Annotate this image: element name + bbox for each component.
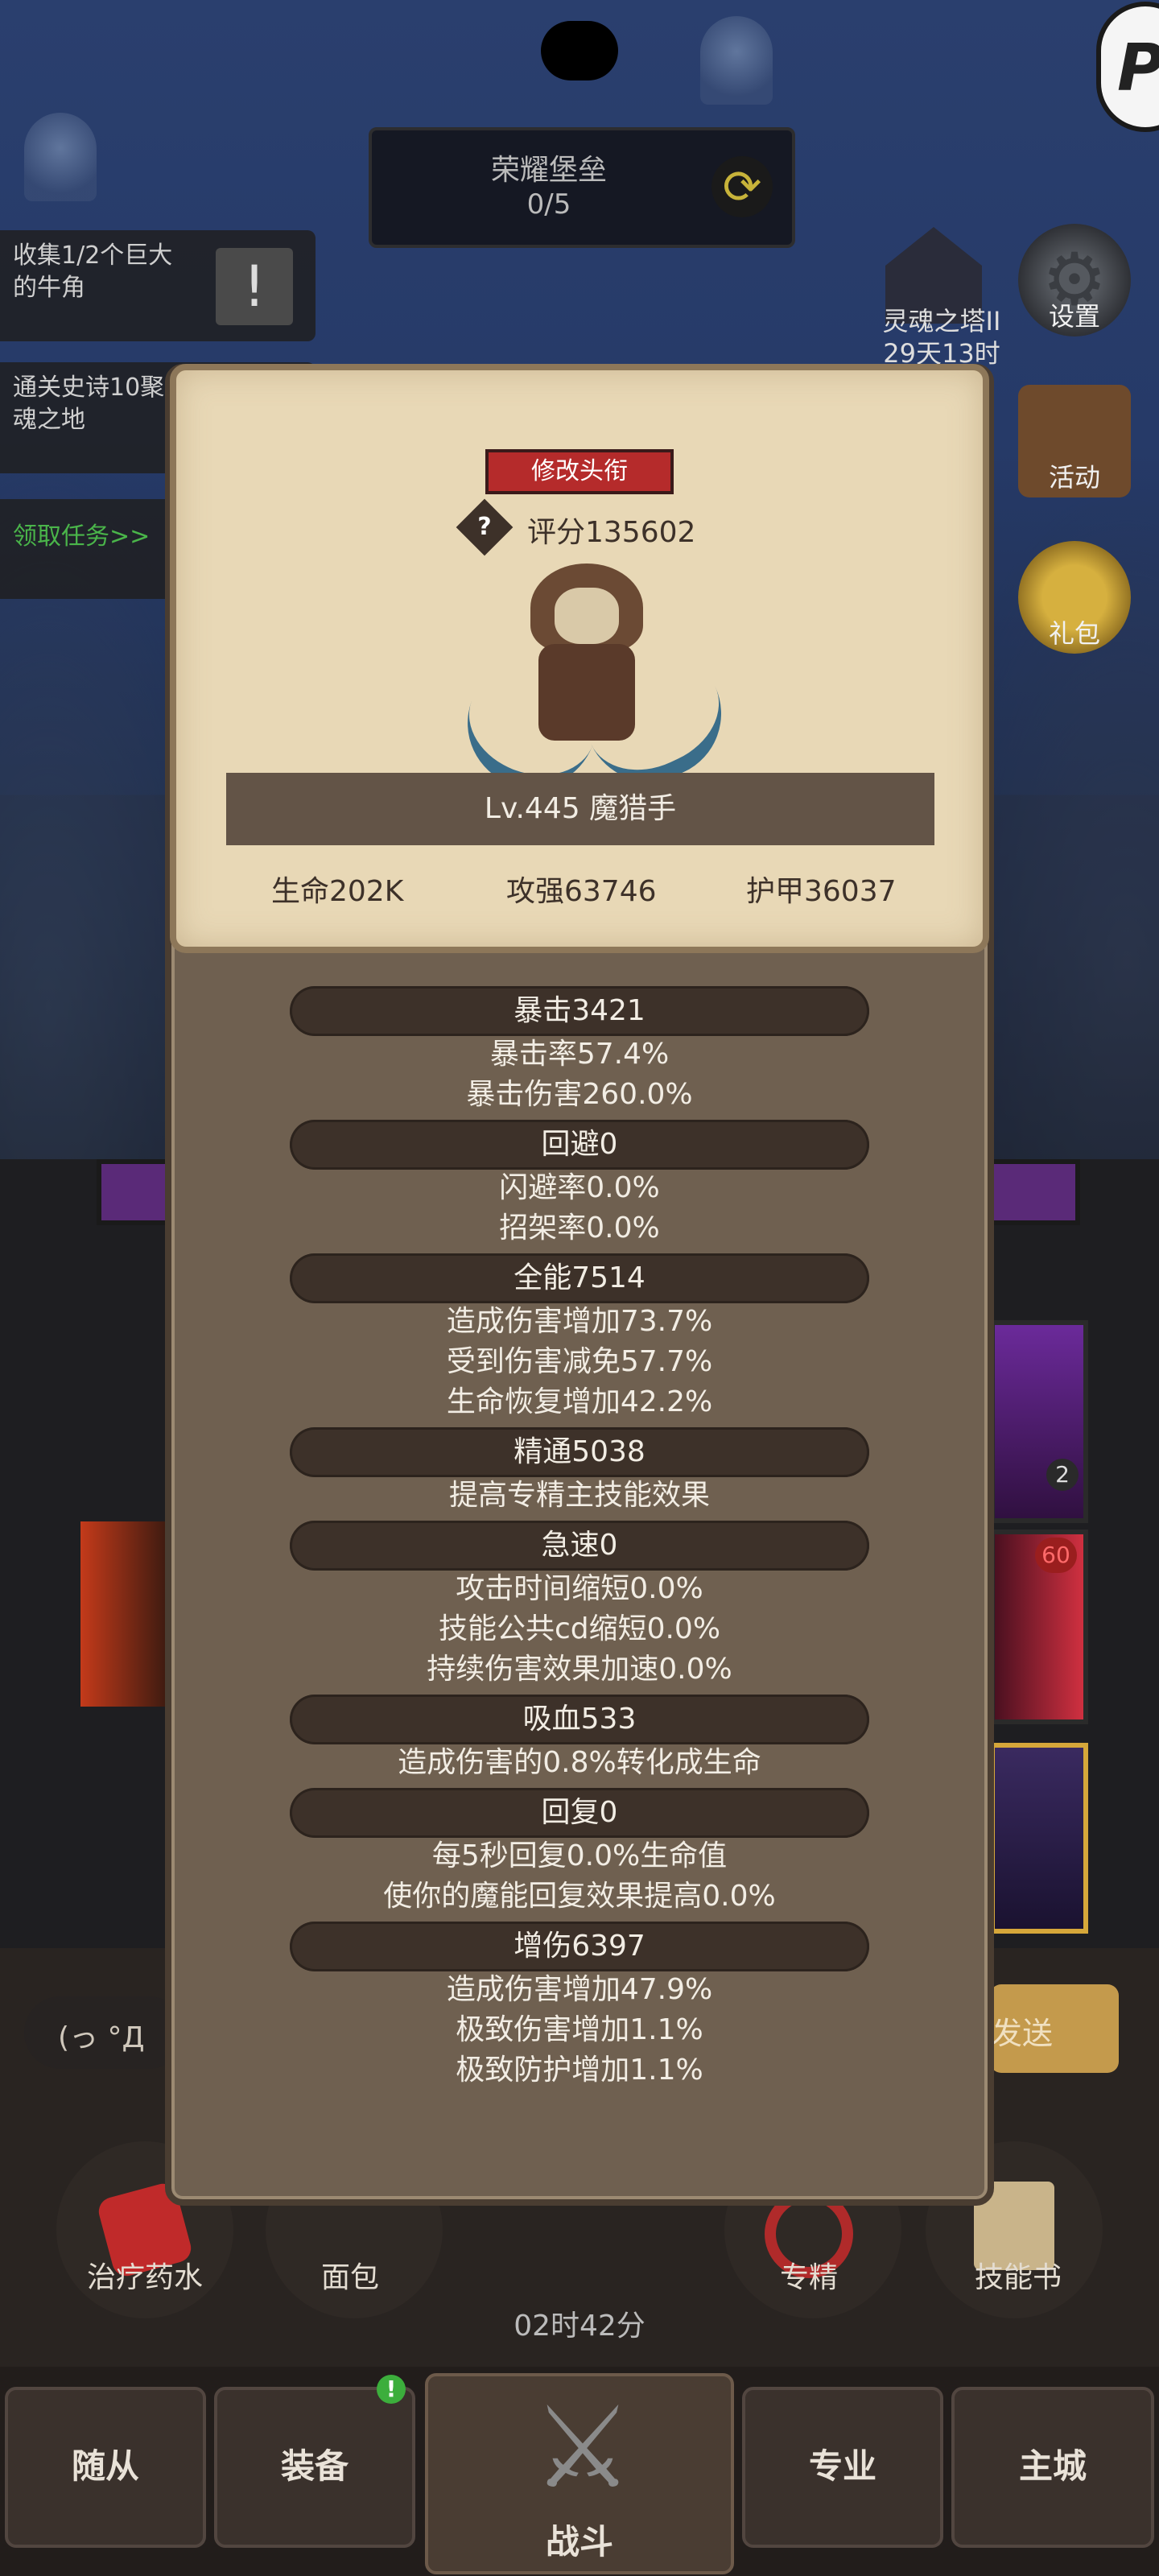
- gift-button[interactable]: 礼包: [1018, 541, 1131, 654]
- bread-label: 面包: [320, 2261, 379, 2294]
- soul-tower[interactable]: 灵魂之塔II 29天13时: [861, 227, 1006, 369]
- refresh-icon[interactable]: ⟳: [711, 156, 773, 217]
- activity-label: 活动: [1048, 462, 1100, 493]
- stat-line: 持续伤害效果加速0.0%: [427, 1653, 732, 1686]
- glory-fortress-banner[interactable]: 荣耀堡垒 0/5 ⟳: [369, 127, 795, 248]
- skill-slot[interactable]: [80, 1521, 169, 1707]
- quest-text: 通关史诗10聚魂之地: [13, 374, 165, 434]
- stat-header: 回避0: [290, 1120, 869, 1170]
- alert-icon: !: [216, 248, 293, 325]
- potion-label: 治疗药水: [86, 2261, 203, 2294]
- lantern-icon: [700, 16, 773, 105]
- send-label: 发送: [991, 2016, 1053, 2051]
- crossed-swords-icon: ⚔: [532, 2383, 633, 2514]
- stat-line: 造成伤害的0.8%转化成生命: [398, 1746, 761, 1779]
- skill-slot[interactable]: [990, 1743, 1088, 1934]
- stat-line: 极致防护增加1.1%: [456, 2054, 703, 2087]
- stat-header: 增伤6397: [290, 1922, 869, 1971]
- stat-line: 技能公共cd缩短0.0%: [438, 1612, 721, 1645]
- stat-line: 造成伤害增加73.7%: [446, 1305, 713, 1338]
- stat-header: 吸血533: [290, 1695, 869, 1744]
- cooldown-badge: 60: [1035, 1538, 1077, 1573]
- camera-notch: [541, 21, 618, 80]
- skill-book-label: 技能书: [974, 2261, 1062, 2294]
- tab-main-city[interactable]: 主城: [951, 2387, 1154, 2548]
- gift-label: 礼包: [1048, 618, 1100, 649]
- banner-title: 荣耀堡垒: [490, 154, 607, 187]
- stat-header: 全能7514: [290, 1253, 869, 1303]
- tab-equipment[interactable]: 装备: [214, 2387, 415, 2548]
- stat-header: 回复0: [290, 1788, 869, 1838]
- stat-line: 每5秒回复0.0%生命值: [431, 1839, 728, 1872]
- stat-line: 造成伤害增加47.9%: [446, 1973, 713, 2006]
- stat-header: 暴击3421: [290, 986, 869, 1036]
- send-button[interactable]: 发送: [990, 1984, 1119, 2073]
- settings-label: 设置: [1048, 301, 1100, 332]
- stat-line: 暴击伤害260.0%: [466, 1078, 693, 1111]
- stat-header: 急速0: [290, 1521, 869, 1571]
- profile-badge-icon[interactable]: P: [1096, 2, 1159, 132]
- stat-line: 提高专精主技能效果: [448, 1479, 710, 1512]
- stat-line: 极致伤害增加1.1%: [456, 2013, 703, 2046]
- tab-profession[interactable]: 专业: [742, 2387, 943, 2548]
- stats-list: 暴击3421 暴击率57.4% 暴击伤害260.0% 回避0 闪避率0.0% 招架率0.0…: [165, 364, 994, 2206]
- stat-header: 精通5038: [290, 1427, 869, 1477]
- hero-stats-dialog: 修改头衔 ? 评分135602 Lv.445 魔猎手 生命202K 攻强6374…: [165, 364, 994, 2206]
- chat-placeholder: (っ °Д: [58, 2021, 145, 2054]
- stat-line: 暴击率57.4%: [489, 1038, 670, 1071]
- chat-input[interactable]: (っ °Д: [24, 1996, 185, 2069]
- notification-dot: !: [377, 2375, 406, 2404]
- tab-followers[interactable]: 随从: [5, 2387, 206, 2548]
- skill-slot[interactable]: [990, 1320, 1088, 1523]
- stat-line: 招架率0.0%: [499, 1212, 660, 1245]
- timer-text: 02时42分: [514, 2310, 645, 2343]
- activity-button[interactable]: 活动: [1018, 385, 1131, 497]
- banner-progress: 0/5: [526, 188, 571, 221]
- specialization-label: 专精: [779, 2261, 838, 2294]
- lantern-icon: [24, 113, 97, 201]
- stat-line: 攻击时间缩短0.0%: [456, 1572, 703, 1605]
- stat-line: 使你的魔能回复效果提高0.0%: [383, 1880, 776, 1913]
- settings-button[interactable]: ⚙ 设置: [1018, 224, 1131, 336]
- stat-line: 生命恢复增加42.2%: [446, 1385, 713, 1418]
- tab-battle[interactable]: ⚔ 战斗: [425, 2373, 734, 2574]
- stat-line: 闪避率0.0%: [499, 1171, 660, 1204]
- skill-count-badge: 2: [1046, 1459, 1079, 1491]
- battle-label: 战斗: [545, 2522, 613, 2562]
- quest-item[interactable]: 收集1/2个巨大的牛角 !: [0, 230, 316, 341]
- stat-line: 受到伤害减免57.7%: [446, 1345, 713, 1378]
- quest-text: 收集1/2个巨大的牛角: [13, 242, 173, 302]
